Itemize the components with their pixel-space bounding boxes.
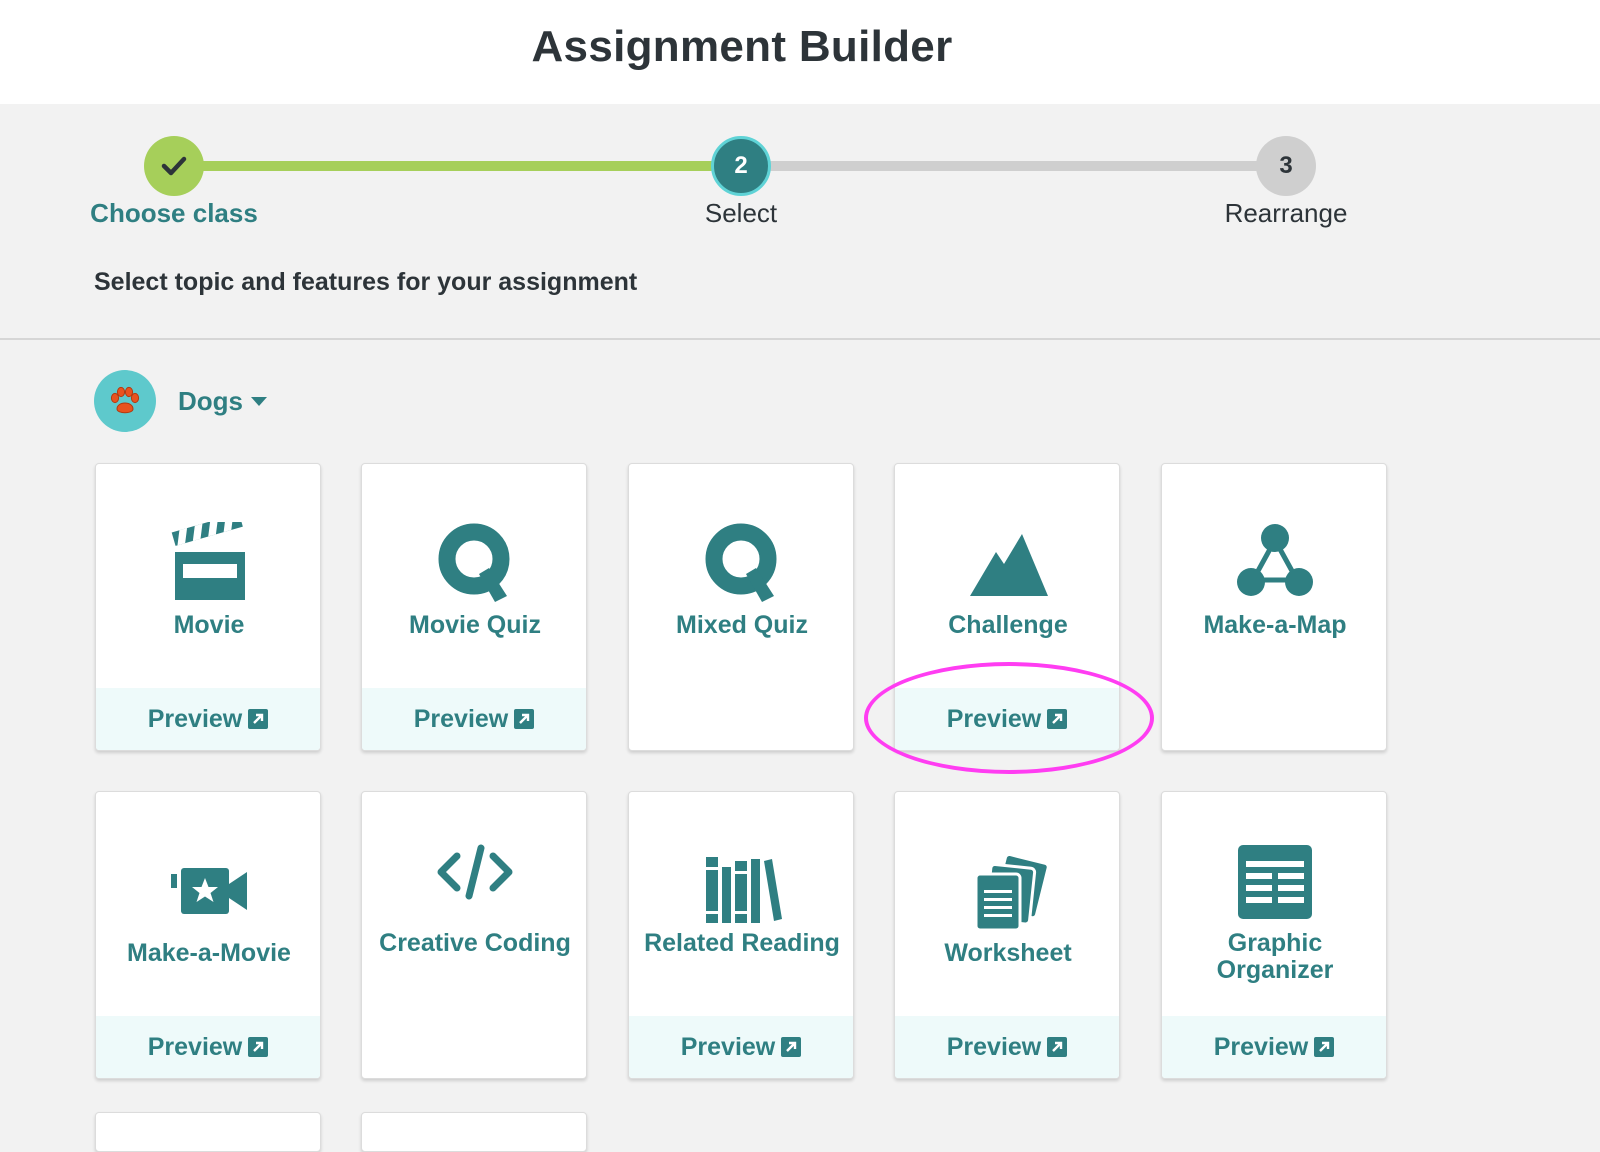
- graphic-organizer-icon: [1162, 842, 1386, 922]
- concept-map-icon: [1162, 522, 1386, 602]
- preview-label: Preview: [946, 704, 1042, 733]
- external-link-icon: [248, 1037, 269, 1057]
- external-link-icon: [1047, 709, 1068, 729]
- card-title: Worksheet: [944, 939, 1072, 967]
- feature-card-partial[interactable]: [361, 1112, 587, 1152]
- feature-card-movie-quiz[interactable]: Movie Quiz Preview: [361, 463, 587, 751]
- feature-card-creative-coding[interactable]: Creative Coding: [361, 791, 587, 1079]
- preview-label: Preview: [413, 704, 509, 733]
- stepper-track-remaining: [740, 161, 1285, 171]
- card-title: Creative Coding: [379, 929, 571, 957]
- quiz-q-icon: [362, 522, 586, 602]
- page-title: Assignment Builder: [531, 22, 953, 71]
- preview-label: Preview: [680, 1032, 776, 1061]
- external-link-icon: [1314, 1037, 1335, 1057]
- stepper-track-complete: [175, 161, 740, 171]
- card-title: Movie: [173, 611, 245, 639]
- preview-link-make-a-movie[interactable]: Preview: [96, 1016, 320, 1078]
- external-link-icon: [1047, 1037, 1068, 1057]
- card-title: Make-a-Movie: [127, 939, 291, 967]
- feature-card-related-reading[interactable]: Related Reading Preview: [628, 791, 854, 1079]
- divider: [0, 338, 1600, 340]
- preview-link-worksheet[interactable]: Preview: [895, 1016, 1119, 1078]
- checkmark-icon: [161, 156, 187, 176]
- feature-card-challenge[interactable]: Challenge Preview: [894, 463, 1120, 751]
- preview-link-related-reading[interactable]: Preview: [629, 1016, 853, 1078]
- preview-link-movie-quiz[interactable]: Preview: [362, 688, 586, 750]
- mountain-icon: [895, 522, 1119, 602]
- topic-selector[interactable]: Dogs: [94, 370, 267, 432]
- caret-down-icon: [251, 396, 267, 406]
- step-1-label[interactable]: Choose class: [54, 198, 294, 229]
- feature-card-graphic-organizer[interactable]: Graphic Organizer Preview: [1161, 791, 1387, 1079]
- card-title: Mixed Quiz: [676, 611, 808, 639]
- feature-card-worksheet[interactable]: Worksheet Preview: [894, 791, 1120, 1079]
- step-2-label: Select: [704, 198, 778, 228]
- preview-label: Preview: [147, 1032, 243, 1061]
- video-camera-icon: [96, 850, 320, 930]
- card-title: Make-a-Map: [1203, 611, 1347, 639]
- topic-avatar: [94, 370, 156, 432]
- card-title: Challenge: [948, 611, 1068, 639]
- worksheet-icon: [895, 854, 1119, 934]
- card-title: Graphic Organizer: [1216, 929, 1334, 984]
- feature-card-make-a-map[interactable]: Make-a-Map: [1161, 463, 1387, 751]
- paw-icon: [110, 386, 140, 414]
- progress-stepper: 2 3 Choose class Select Rearrange: [0, 104, 1600, 264]
- topic-name: Dogs: [178, 385, 243, 416]
- preview-label: Preview: [1213, 1032, 1309, 1061]
- feature-card-mixed-quiz[interactable]: Mixed Quiz: [628, 463, 854, 751]
- feature-card-partial[interactable]: [95, 1112, 321, 1152]
- external-link-icon: [514, 709, 535, 729]
- step-3-label: Rearrange: [1224, 198, 1348, 228]
- clapperboard-icon: [96, 522, 320, 602]
- instruction-text: Select topic and features for your assig…: [94, 268, 638, 296]
- preview-label: Preview: [946, 1032, 1042, 1061]
- preview-label: Preview: [147, 704, 243, 733]
- feature-card-movie[interactable]: Movie Preview: [95, 463, 321, 751]
- step-1-circle[interactable]: [144, 136, 204, 196]
- step-2-circle: 2: [711, 136, 771, 196]
- external-link-icon: [248, 709, 269, 729]
- quiz-q-icon: [629, 522, 853, 602]
- feature-card-make-a-movie[interactable]: Make-a-Movie Preview: [95, 791, 321, 1079]
- external-link-icon: [781, 1037, 802, 1057]
- card-title: Related Reading: [644, 929, 840, 957]
- header: Assignment Builder: [0, 0, 1600, 104]
- card-title: Movie Quiz: [409, 611, 541, 639]
- preview-link-movie[interactable]: Preview: [96, 688, 320, 750]
- preview-link-challenge[interactable]: Preview: [895, 688, 1119, 750]
- preview-link-graphic-organizer[interactable]: Preview: [1162, 1016, 1386, 1078]
- step-3-circle: 3: [1256, 136, 1316, 196]
- books-icon: [629, 850, 853, 930]
- code-icon: [362, 832, 586, 912]
